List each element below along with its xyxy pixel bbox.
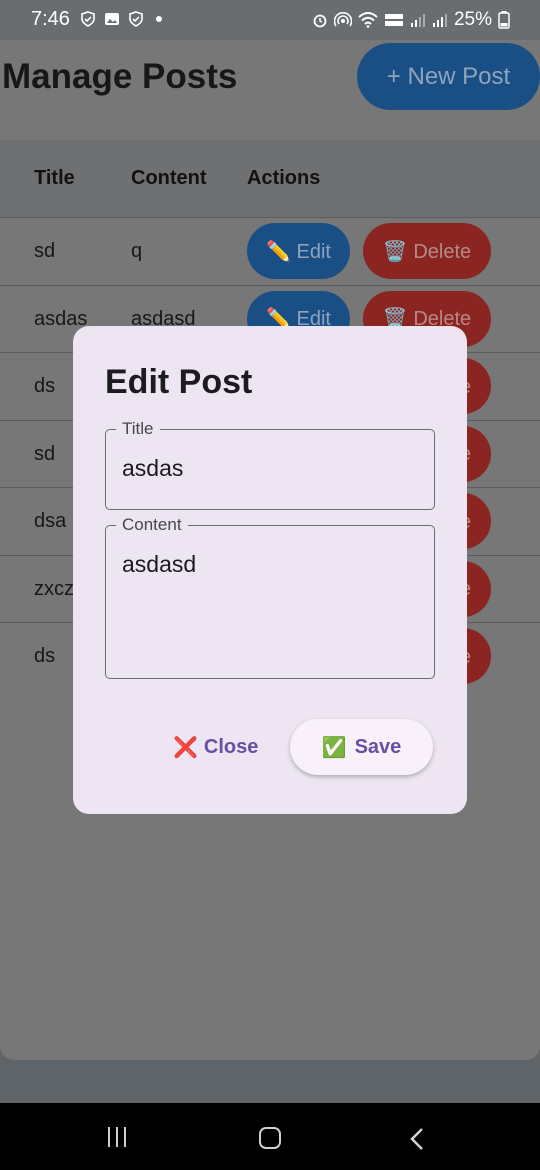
new-post-button[interactable]: + New Post bbox=[357, 43, 540, 110]
signal-icon bbox=[410, 14, 425, 27]
back-icon[interactable] bbox=[410, 1128, 424, 1150]
content-field[interactable]: Content asdasd bbox=[105, 515, 435, 679]
cell-title: ds bbox=[34, 645, 56, 667]
dot-icon bbox=[156, 16, 162, 22]
close-button-label: Close bbox=[203, 735, 259, 758]
system-nav-bar bbox=[0, 1103, 540, 1170]
title-field-label: Title bbox=[116, 419, 160, 439]
recent-apps-icon[interactable] bbox=[108, 1127, 126, 1147]
content-field-label: Content bbox=[116, 515, 188, 535]
signal-icon bbox=[432, 14, 447, 27]
table-row: sd q ✏️ Edit 🗑️ Delete bbox=[0, 218, 540, 286]
save-button-label: Save bbox=[354, 735, 402, 758]
close-icon: ❌ bbox=[173, 736, 198, 759]
cell-title: ds bbox=[34, 375, 56, 397]
cell-title: asdas bbox=[34, 307, 88, 330]
cell-title: sd bbox=[34, 240, 56, 262]
title-input[interactable]: asdas bbox=[122, 455, 183, 482]
dialog-title: Edit Post bbox=[105, 363, 253, 401]
cell-title: sd bbox=[34, 442, 56, 465]
column-header-content: Content bbox=[131, 167, 207, 189]
hotspot-icon bbox=[333, 12, 352, 27]
column-header-actions: Actions bbox=[247, 167, 321, 189]
edit-button[interactable]: ✏️ Edit bbox=[247, 223, 350, 279]
status-time: 7:46 bbox=[31, 8, 70, 30]
save-button[interactable]: ✅ Save bbox=[290, 719, 433, 775]
shield-icon bbox=[129, 11, 143, 27]
title-field[interactable]: Title asdas bbox=[105, 419, 435, 510]
wifi-icon bbox=[358, 12, 378, 28]
delete-button[interactable]: 🗑️ Delete bbox=[363, 223, 491, 279]
table-header: Title Content Actions bbox=[0, 140, 540, 218]
status-bar: 7:46 25% bbox=[0, 0, 540, 40]
image-icon bbox=[105, 13, 119, 25]
volte-icon bbox=[384, 14, 403, 26]
column-header-title: Title bbox=[34, 167, 75, 189]
edit-post-dialog: Edit Post Title asdas Content asdasd ❌ C… bbox=[73, 326, 467, 814]
cell-title: zxcz bbox=[34, 577, 74, 600]
shield-icon bbox=[81, 11, 95, 27]
content-input[interactable]: asdasd bbox=[122, 551, 196, 578]
close-button[interactable]: ❌ Close bbox=[173, 719, 273, 775]
page-title: Manage Posts bbox=[2, 57, 238, 96]
cell-title: dsa bbox=[34, 510, 67, 532]
battery-icon bbox=[498, 11, 510, 29]
check-icon: ✅ bbox=[321, 736, 347, 759]
alarm-icon bbox=[313, 14, 327, 28]
battery-percent: 25% bbox=[453, 9, 492, 30]
cell-content: q bbox=[131, 240, 143, 262]
home-icon[interactable] bbox=[259, 1127, 281, 1149]
